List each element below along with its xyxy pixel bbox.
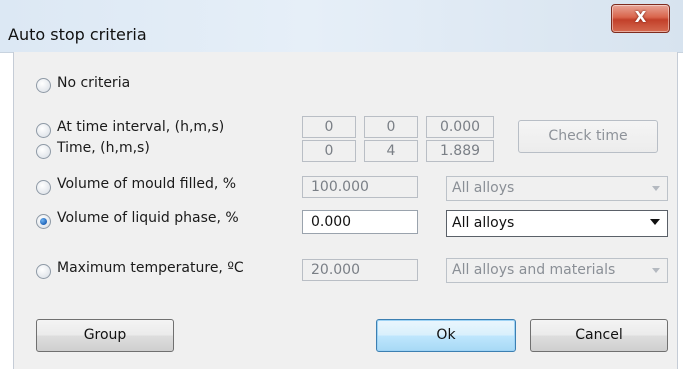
label-max-temperature: Maximum temperature, ºC (57, 260, 244, 276)
radio-max-temperature[interactable] (36, 264, 51, 279)
close-button[interactable]: X (611, 4, 670, 33)
time-hours-field[interactable]: 0 (302, 140, 356, 162)
dialog-body: No criteria At time interval, (h,m,s) 0 … (13, 52, 678, 369)
mould-filled-alloy-select[interactable]: All alloys (446, 176, 668, 201)
time-minutes-field[interactable]: 4 (364, 140, 418, 162)
radio-time[interactable] (36, 144, 51, 159)
interval-seconds-field[interactable]: 0.000 (426, 116, 494, 138)
interval-hours-field[interactable]: 0 (302, 116, 356, 138)
window-title: Auto stop criteria (8, 25, 147, 44)
group-button[interactable]: Group (36, 319, 174, 352)
chevron-down-icon (652, 186, 660, 191)
label-time-interval: At time interval, (h,m,s) (57, 119, 225, 135)
title-bar[interactable]: Auto stop criteria X (0, 0, 683, 53)
chevron-down-icon (650, 219, 660, 225)
liquid-phase-field[interactable]: 0.000 (302, 210, 418, 234)
chevron-down-icon (652, 268, 660, 273)
close-icon: X (634, 8, 647, 26)
mould-filled-field[interactable]: 100.000 (302, 176, 418, 198)
label-no-criteria: No criteria (57, 75, 131, 91)
radio-time-interval[interactable] (36, 123, 51, 138)
time-seconds-field[interactable]: 1.889 (426, 140, 494, 162)
label-liquid-phase: Volume of liquid phase, % (57, 210, 239, 226)
radio-no-criteria[interactable] (36, 78, 51, 93)
radio-liquid-phase[interactable] (36, 214, 51, 229)
check-time-button[interactable]: Check time (518, 120, 658, 153)
liquid-phase-alloy-value: All alloys (452, 215, 515, 231)
max-temperature-material-value: All alloys and materials (452, 262, 616, 278)
max-temperature-field[interactable]: 20.000 (302, 259, 418, 281)
label-mould-filled: Volume of mould filled, % (57, 176, 237, 192)
interval-minutes-field[interactable]: 0 (364, 116, 418, 138)
label-time: Time, (h,m,s) (57, 140, 150, 156)
liquid-phase-alloy-select[interactable]: All alloys (446, 210, 668, 237)
radio-mould-filled[interactable] (36, 180, 51, 195)
mould-filled-alloy-value: All alloys (452, 180, 515, 196)
max-temperature-material-select[interactable]: All alloys and materials (446, 258, 668, 283)
ok-button[interactable]: Ok (376, 319, 516, 352)
cancel-button[interactable]: Cancel (530, 319, 668, 352)
